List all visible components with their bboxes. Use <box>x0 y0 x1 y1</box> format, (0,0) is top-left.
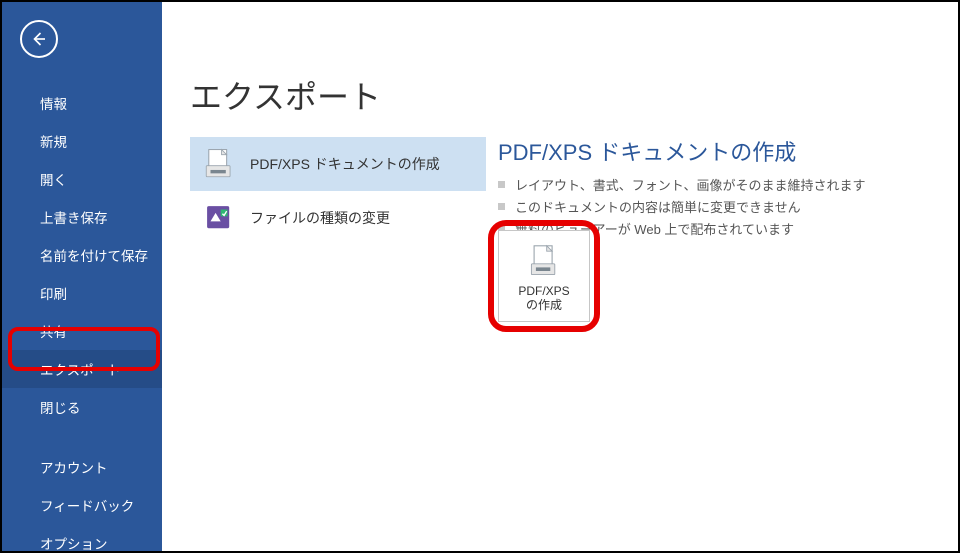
sidebar-item-label: 新規 <box>40 135 67 150</box>
export-option-label: PDF/XPS ドキュメントの作成 <box>250 154 440 174</box>
detail-bullet: このドキュメントの内容は簡単に変更できません <box>498 197 948 216</box>
sidebar-item-print[interactable]: 印刷 <box>2 274 162 312</box>
sidebar-item-label: アカウント <box>40 461 108 476</box>
sidebar-item-new[interactable]: 新規 <box>2 122 162 160</box>
pdf-document-icon <box>526 244 562 280</box>
bullet-text: このドキュメントの内容は簡単に変更できません <box>515 197 801 216</box>
bullet-square-icon <box>498 181 505 188</box>
page-title: エクスポート <box>190 72 381 118</box>
export-option-label: ファイルの種類の変更 <box>250 208 390 228</box>
sidebar-item-label: オプション <box>40 537 108 552</box>
bullet-square-icon <box>498 203 505 210</box>
sidebar-item-label: エクスポート <box>40 363 121 378</box>
bullet-text: レイアウト、書式、フォント、画像がそのまま維持されます <box>515 175 865 194</box>
create-pdfxps-label-1: PDF/XPS <box>518 284 569 298</box>
create-pdfxps-wrap: PDF/XPS の作成 <box>498 230 590 322</box>
sidebar-item-open[interactable]: 開く <box>2 160 162 198</box>
sidebar-item-share[interactable]: 共有 <box>2 312 162 350</box>
sidebar-item-label: 印刷 <box>40 287 67 302</box>
export-option-change-file-type[interactable]: ファイルの種類の変更 <box>190 191 486 245</box>
sidebar-item-label: 名前を付けて保存 <box>40 249 148 264</box>
detail-bullets: レイアウト、書式、フォント、画像がそのまま維持されます このドキュメントの内容は… <box>498 175 948 238</box>
sidebar-item-account[interactable]: アカウント <box>2 448 162 486</box>
sidebar-item-label: 開く <box>40 173 67 188</box>
main-pane: エクスポート PDF/XPS ドキュメントの作成 <box>162 2 958 551</box>
sidebar-item-export[interactable]: エクスポート <box>2 350 162 388</box>
sidebar-item-save-as[interactable]: 名前を付けて保存 <box>2 236 162 274</box>
create-pdfxps-button[interactable]: PDF/XPS の作成 <box>498 230 590 322</box>
sidebar-item-label: 情報 <box>40 97 67 112</box>
sidebar-item-label: 上書き保存 <box>40 211 108 226</box>
sidebar-item-label: 共有 <box>40 325 67 340</box>
backstage-sidebar: 情報 新規 開く 上書き保存 名前を付けて保存 印刷 共有 エクスポート 閉じる… <box>2 2 162 551</box>
sidebar-item-label: 閉じる <box>40 401 81 416</box>
sidebar-item-save[interactable]: 上書き保存 <box>2 198 162 236</box>
sidebar-item-info[interactable]: 情報 <box>2 84 162 122</box>
sidebar-separator <box>2 426 162 448</box>
export-detail-pane: PDF/XPS ドキュメントの作成 レイアウト、書式、フォント、画像がそのまま維… <box>498 135 948 241</box>
detail-title: PDF/XPS ドキュメントの作成 <box>498 135 948 167</box>
sidebar-item-options[interactable]: オプション <box>2 524 162 553</box>
create-pdfxps-label-2: の作成 <box>526 298 562 312</box>
sidebar-item-close[interactable]: 閉じる <box>2 388 162 426</box>
arrow-left-icon <box>30 30 48 48</box>
sidebar-item-feedback[interactable]: フィードバック <box>2 486 162 524</box>
back-button[interactable] <box>20 20 58 58</box>
sidebar-item-label: フィードバック <box>40 499 134 514</box>
detail-bullet: レイアウト、書式、フォント、画像がそのまま維持されます <box>498 175 948 194</box>
pdf-document-icon <box>202 147 236 181</box>
export-option-pdfxps[interactable]: PDF/XPS ドキュメントの作成 <box>190 137 486 191</box>
export-option-list: PDF/XPS ドキュメントの作成 ファイルの種類の変更 <box>190 137 486 245</box>
change-file-type-icon <box>202 201 236 235</box>
